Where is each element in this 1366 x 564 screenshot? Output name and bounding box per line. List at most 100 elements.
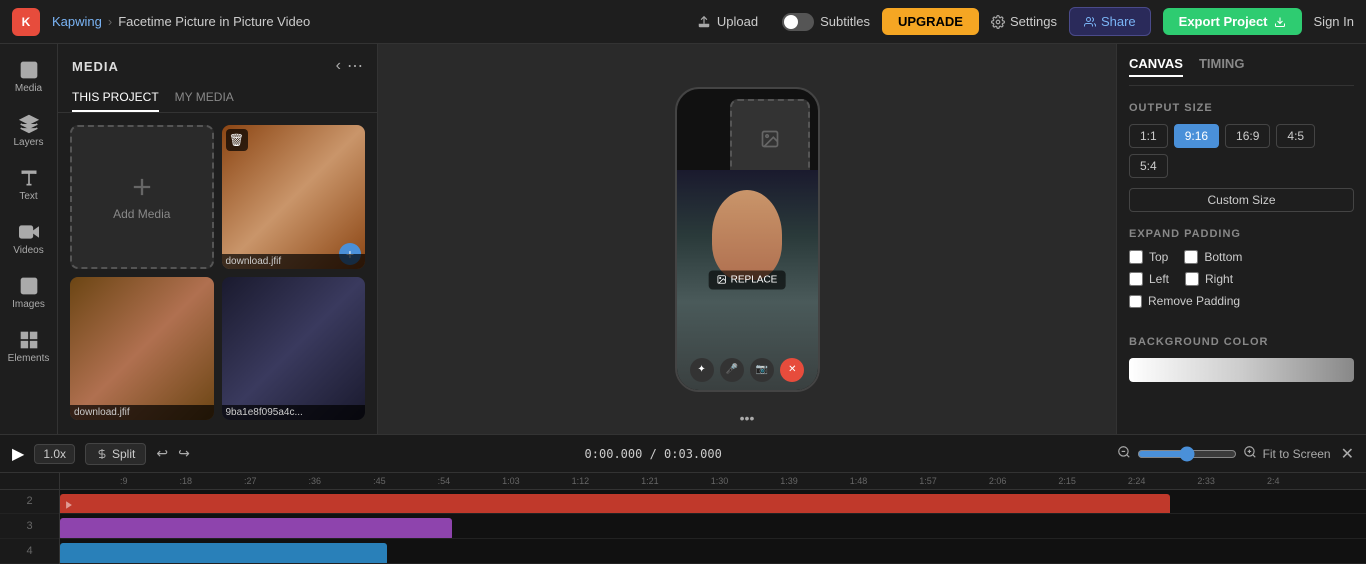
play-button[interactable]: ▶	[12, 444, 24, 464]
size-btn-1-1[interactable]: 1:1	[1129, 124, 1168, 148]
padding-right-checkbox[interactable]: Right	[1185, 272, 1233, 286]
zoom-in-button[interactable]	[1243, 445, 1257, 462]
size-btn-5-4[interactable]: 5:4	[1129, 154, 1168, 178]
remove-padding-input[interactable]	[1129, 295, 1142, 308]
collapse-panel-button[interactable]: ‹	[336, 57, 341, 75]
track-item-video[interactable]	[60, 494, 1170, 515]
ruler-mark: 1:30	[711, 476, 729, 486]
fit-to-screen-button[interactable]: Fit to Screen	[1263, 447, 1331, 461]
expand-padding-label: EXPAND PADDING	[1129, 228, 1354, 240]
custom-size-button[interactable]: Custom Size	[1129, 188, 1354, 212]
sidebar-item-layers[interactable]: Layers	[3, 106, 55, 156]
track-row-4[interactable]	[60, 539, 1366, 564]
media-panel-title: MEDIA	[72, 59, 119, 74]
undo-button[interactable]: ↩	[156, 445, 168, 462]
ruler-mark: 2:4	[1267, 476, 1280, 486]
tab-this-project[interactable]: THIS PROJECT	[72, 84, 159, 112]
media-panel: MEDIA ‹ ⋯ THIS PROJECT MY MEDIA Add Medi…	[58, 44, 378, 434]
canvas-content: REPLACE ✦ 🎤 📷 ✕	[675, 87, 820, 392]
ruler-mark: 1:21	[641, 476, 659, 486]
zoom-slider[interactable]	[1137, 446, 1237, 462]
size-btn-4-5[interactable]: 4:5	[1276, 124, 1315, 148]
padding-top-bottom-row: Top Bottom	[1129, 250, 1354, 264]
topbar-title: Kapwing › Facetime Picture in Picture Vi…	[52, 14, 310, 29]
app-logo: K	[12, 8, 40, 36]
track-item-img1[interactable]	[60, 518, 452, 539]
padding-right-input[interactable]	[1185, 272, 1199, 286]
track-row-2[interactable]	[60, 490, 1366, 515]
padding-top-checkbox[interactable]: Top	[1129, 250, 1168, 264]
redo-button[interactable]: ↪	[178, 445, 190, 462]
tab-timing[interactable]: TIMING	[1199, 56, 1245, 77]
share-button[interactable]: Share	[1069, 7, 1151, 36]
padding-left-checkbox[interactable]: Left	[1129, 272, 1169, 286]
right-panel: CANVAS TIMING OUTPUT SIZE 1:1 9:16 16:9 …	[1116, 44, 1366, 434]
signin-button[interactable]: Sign In	[1314, 14, 1354, 29]
sidebar-item-media[interactable]: Media	[3, 52, 55, 102]
ruler-mark: 2:06	[989, 476, 1007, 486]
size-btn-16-9[interactable]: 16:9	[1225, 124, 1270, 148]
media-item[interactable]: 🗑 + download.jfif	[222, 125, 366, 269]
track-content: :9:18:27:36:45:541:031:121:211:301:391:4…	[60, 473, 1366, 564]
upload-button[interactable]: Upload	[685, 8, 770, 35]
tab-canvas[interactable]: CANVAS	[1129, 56, 1183, 77]
export-button[interactable]: Export Project	[1163, 8, 1302, 35]
ruler-mark: 2:24	[1128, 476, 1146, 486]
media-panel-header: MEDIA ‹ ⋯	[58, 44, 377, 84]
zoom-controls: Fit to Screen	[1117, 445, 1331, 462]
ruler-mark: 1:12	[572, 476, 590, 486]
pip-placeholder	[730, 99, 810, 179]
upgrade-button[interactable]: UPGRADE	[882, 8, 979, 35]
main-area: Media Layers Text Videos Images Elements…	[0, 44, 1366, 434]
more-options-button[interactable]: ⋯	[347, 56, 363, 76]
track-item-img2[interactable]	[60, 543, 387, 564]
padding-bottom-input[interactable]	[1184, 250, 1198, 264]
timeline: ▶ 1.0x Split ↩ ↪ 0:00.000 / 0:03.000 Fit…	[0, 434, 1366, 564]
ruler-mark: 1:03	[502, 476, 520, 486]
main-video: REPLACE	[677, 170, 818, 390]
media-delete-button[interactable]: 🗑	[226, 129, 248, 151]
settings-button[interactable]: Settings	[991, 14, 1057, 29]
phone-controls: ✦ 🎤 📷 ✕	[677, 358, 818, 382]
mute-button[interactable]: 🎤	[720, 358, 744, 382]
subtitles-switch[interactable]	[782, 13, 814, 31]
media-item-name: download.jfif	[222, 254, 366, 269]
padding-top-input[interactable]	[1129, 250, 1143, 264]
bg-color-picker[interactable]	[1129, 358, 1354, 382]
timeline-controls: ▶ 1.0x Split ↩ ↪ 0:00.000 / 0:03.000 Fit…	[0, 435, 1366, 473]
sidebar-item-elements[interactable]: Elements	[3, 322, 55, 372]
padding-left-input[interactable]	[1129, 272, 1143, 286]
speed-selector[interactable]: 1.0x	[34, 444, 75, 464]
ruler-mark: :9	[120, 476, 128, 486]
size-btn-9-16[interactable]: 9:16	[1174, 124, 1219, 148]
sidebar-item-images[interactable]: Images	[3, 268, 55, 318]
padding-bottom-checkbox[interactable]: Bottom	[1184, 250, 1242, 264]
ruler-mark: 2:33	[1197, 476, 1215, 486]
remove-padding-checkbox[interactable]: Remove Padding	[1129, 294, 1354, 308]
effects-button[interactable]: ✦	[690, 358, 714, 382]
replace-overlay[interactable]: REPLACE	[709, 270, 786, 289]
expand-padding-section: EXPAND PADDING Top Bottom Left R	[1129, 228, 1354, 324]
split-button[interactable]: Split	[85, 443, 146, 465]
ruler-mark: :45	[373, 476, 386, 486]
track-label-3: 3	[0, 514, 59, 539]
bg-color-label: BACKGROUND COLOR	[1129, 336, 1354, 348]
zoom-out-button[interactable]	[1117, 445, 1131, 462]
canvas-area[interactable]: REPLACE ✦ 🎤 📷 ✕ •••	[378, 44, 1116, 434]
close-timeline-button[interactable]: ✕	[1341, 444, 1354, 464]
brand-link[interactable]: Kapwing	[52, 14, 102, 29]
camera-button[interactable]: 📷	[750, 358, 774, 382]
media-item[interactable]: download.jfif	[70, 277, 214, 421]
add-media-button[interactable]: Add Media	[70, 125, 214, 269]
subtitles-toggle[interactable]: Subtitles	[782, 13, 870, 31]
padding-left-right-row: Left Right	[1129, 272, 1354, 286]
sidebar-item-text[interactable]: Text	[3, 160, 55, 210]
ruler-mark: 1:39	[780, 476, 798, 486]
sidebar-item-videos[interactable]: Videos	[3, 214, 55, 264]
tab-my-media[interactable]: MY MEDIA	[175, 84, 234, 112]
end-call-button[interactable]: ✕	[780, 358, 804, 382]
media-item[interactable]: 9ba1e8f095a4c...	[222, 277, 366, 421]
canvas-more-button[interactable]: •••	[740, 410, 755, 426]
track-row-3[interactable]	[60, 514, 1366, 539]
ruler-mark: :27	[244, 476, 257, 486]
